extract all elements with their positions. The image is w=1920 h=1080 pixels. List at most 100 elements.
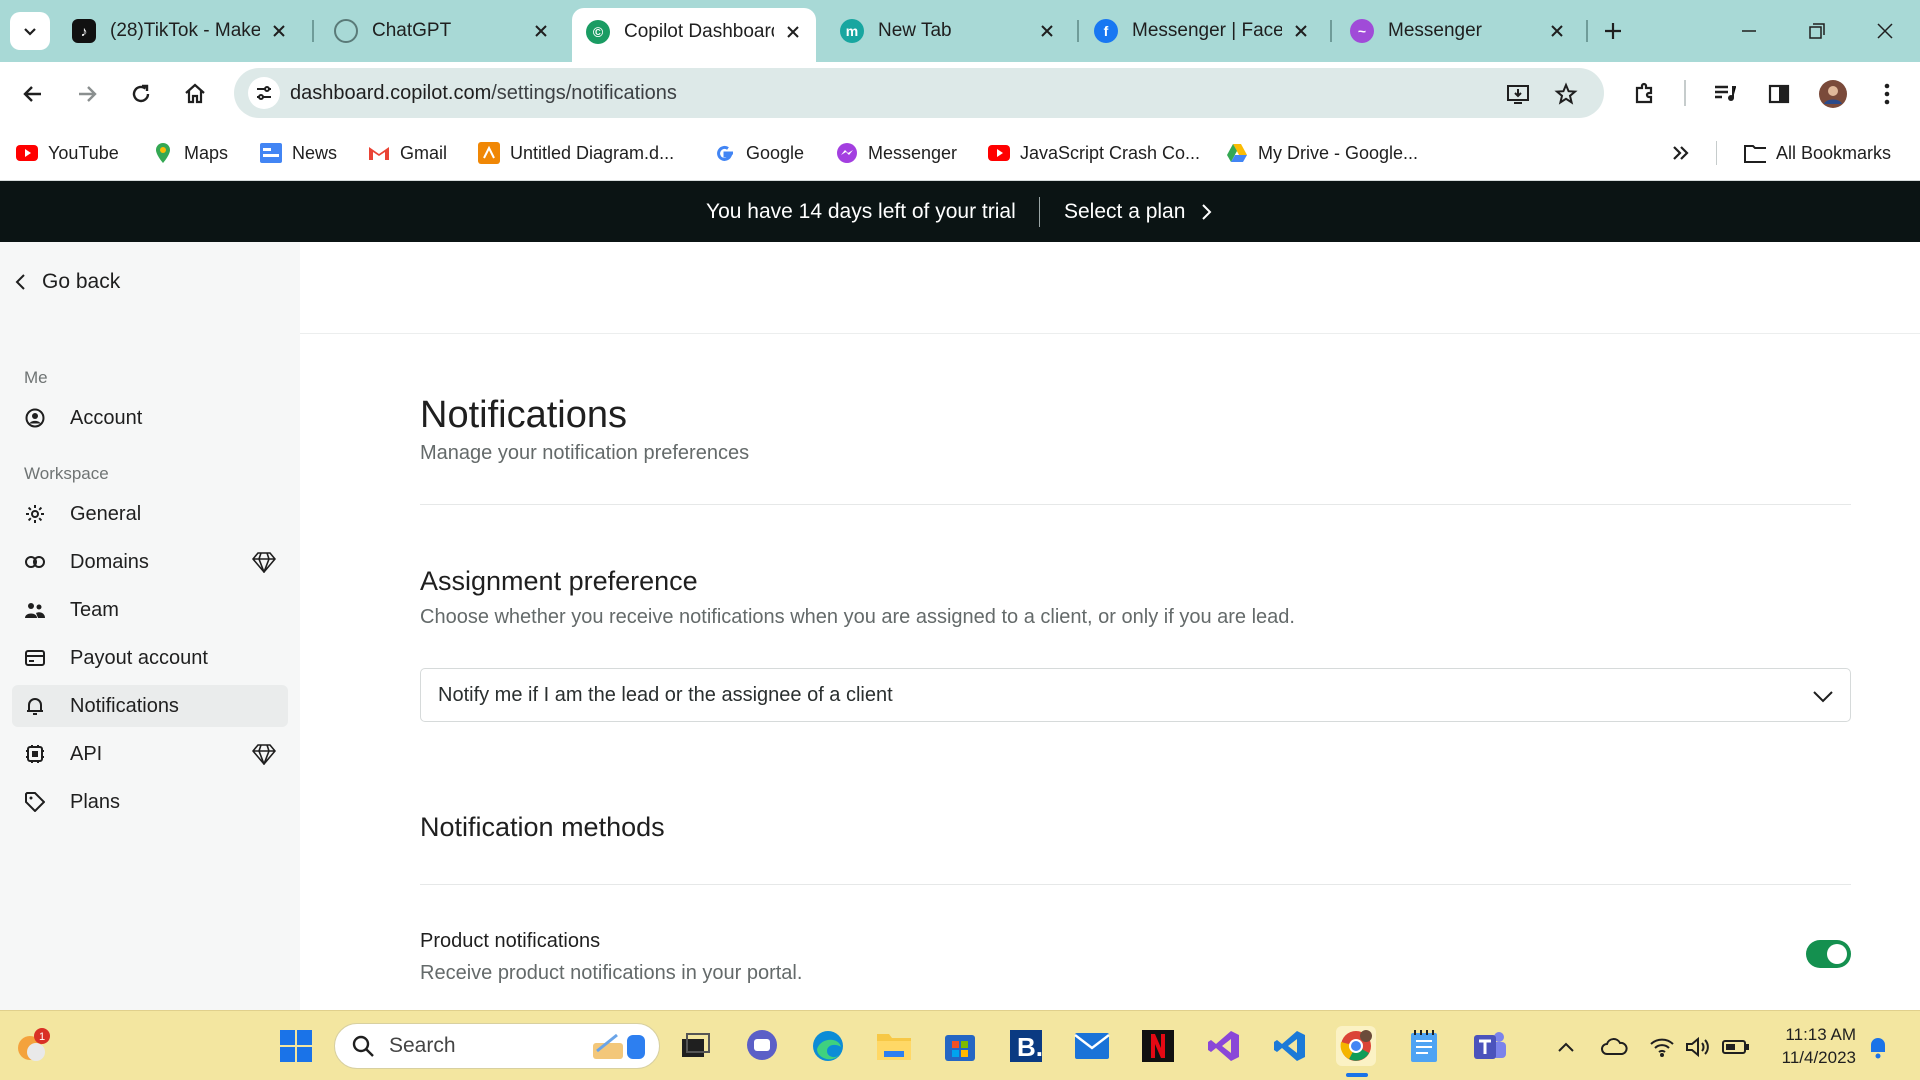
bookmark-messenger[interactable]: Messenger (836, 138, 957, 168)
notifications-center-button[interactable] (1864, 1033, 1892, 1061)
bookmark-news[interactable]: News (260, 138, 337, 168)
windows-logo-icon (280, 1030, 312, 1062)
bookmark-gmail[interactable]: Gmail (368, 138, 447, 168)
weather-widget[interactable]: 1 (12, 1026, 52, 1066)
tab-messenger-facebook[interactable]: f Messenger | Faceb (1080, 10, 1324, 52)
install-app-icon[interactable] (1504, 80, 1532, 108)
close-tab-icon[interactable] (1546, 20, 1568, 42)
bookmark-star-icon[interactable] (1552, 80, 1580, 108)
bookmark-maps[interactable]: Maps (152, 138, 228, 168)
show-hidden-icons-button[interactable] (1552, 1033, 1580, 1061)
taskbar-search[interactable]: Search (334, 1023, 660, 1069)
profile-avatar[interactable] (1816, 77, 1850, 111)
playlist-icon (1715, 85, 1736, 101)
tab-search-button[interactable] (10, 12, 50, 50)
tab-copilot-dashboard[interactable]: © Copilot Dashboard (572, 8, 816, 62)
gmail-icon (368, 142, 390, 164)
sidebar-item-plans[interactable]: Plans (12, 781, 288, 823)
chevron-up-icon (1558, 1042, 1574, 1052)
booking-app-button[interactable]: B. (1006, 1026, 1046, 1066)
double-chevron-right-icon (1673, 146, 1689, 160)
sidebar-item-general[interactable]: General (12, 493, 288, 535)
side-panel-button[interactable] (1762, 77, 1796, 111)
extensions-button[interactable] (1628, 77, 1662, 111)
product-notifications-description: Receive product notifications in your po… (420, 962, 803, 984)
reload-button[interactable] (124, 77, 158, 111)
go-back-link[interactable]: Go back (14, 270, 120, 294)
youtube-icon (16, 142, 38, 164)
sidebar-item-notifications[interactable]: Notifications (12, 685, 288, 727)
browser-menu-button[interactable] (1870, 77, 1904, 111)
sidebar-item-account[interactable]: Account (12, 397, 288, 439)
chrome-button[interactable] (1336, 1026, 1376, 1066)
home-button[interactable] (178, 77, 212, 111)
tab-messenger[interactable]: ~ Messenger (1336, 10, 1580, 52)
bookmark-javascript-crash-course[interactable]: JavaScript Crash Co... (988, 138, 1200, 168)
bookmark-youtube[interactable]: YouTube (16, 138, 119, 168)
sidebar-item-api[interactable]: API (12, 733, 288, 775)
tab-chatgpt[interactable]: ChatGPT (320, 10, 564, 52)
close-tab-icon[interactable] (1036, 20, 1058, 42)
select-plan-label: Select a plan (1064, 200, 1186, 223)
volume-icon (1686, 1036, 1709, 1058)
forward-button[interactable] (70, 77, 104, 111)
bell-icon (24, 695, 46, 717)
restore-button[interactable] (1802, 16, 1832, 46)
bookmark-my-drive[interactable]: My Drive - Google... (1226, 138, 1418, 168)
drive-icon (1226, 142, 1248, 164)
edge-button[interactable] (808, 1026, 848, 1066)
volume-tray-icon[interactable] (1684, 1033, 1712, 1061)
product-notifications-toggle[interactable] (1806, 940, 1851, 968)
wifi-tray-icon[interactable] (1648, 1033, 1676, 1061)
task-view-icon (682, 1033, 710, 1057)
select-plan-link[interactable]: Select a plan (1064, 200, 1213, 224)
file-explorer-button[interactable] (874, 1026, 914, 1066)
start-button[interactable] (276, 1026, 316, 1066)
bookmark-untitled-diagram[interactable]: Untitled Diagram.d... (478, 138, 674, 168)
url-host: dashboard.copilot.com (290, 82, 492, 104)
close-tab-icon[interactable] (1290, 20, 1312, 42)
tiktok-icon: ♪ (72, 19, 96, 43)
close-window-button[interactable] (1870, 16, 1900, 46)
restore-icon (1809, 23, 1825, 39)
onedrive-tray-icon[interactable] (1600, 1033, 1628, 1061)
folder-icon (877, 1034, 911, 1060)
link-icon (24, 551, 46, 573)
close-tab-icon[interactable] (782, 21, 804, 43)
close-tab-icon[interactable] (268, 20, 290, 42)
mail-button[interactable] (1072, 1026, 1112, 1066)
close-tab-icon[interactable] (530, 20, 552, 42)
task-view-button[interactable] (676, 1026, 716, 1066)
microsoft-store-button[interactable] (940, 1026, 980, 1066)
minimize-button[interactable] (1734, 16, 1764, 46)
system-clock[interactable]: 11:13 AM 11/4/2023 (1770, 1023, 1856, 1069)
notifications-settings-page: Notifications Manage your notification p… (300, 242, 1920, 1010)
youtube-icon (988, 142, 1010, 164)
more-bookmarks-button[interactable] (1672, 138, 1690, 168)
sidebar-item-team[interactable]: Team (12, 589, 288, 631)
vscode-button[interactable] (1270, 1026, 1310, 1066)
chevron-right-icon (1202, 204, 1212, 220)
site-info-icon[interactable] (248, 77, 280, 109)
notepad-button[interactable] (1404, 1026, 1444, 1066)
tab-new-tab[interactable]: m New Tab (826, 10, 1070, 52)
new-tab-button[interactable] (1598, 16, 1628, 46)
visual-studio-button[interactable] (1204, 1026, 1244, 1066)
tab-tiktok[interactable]: ♪ (28)TikTok - Make (58, 10, 302, 52)
sidebar-item-payout-account[interactable]: Payout account (12, 637, 288, 679)
section-workspace-label: Workspace (24, 464, 109, 483)
address-bar[interactable]: dashboard.copilot.com/settings/notificat… (234, 68, 1604, 118)
teams-button[interactable] (1470, 1026, 1510, 1066)
teams-chat-button[interactable] (742, 1026, 782, 1066)
media-control-button[interactable] (1708, 77, 1742, 111)
back-button[interactable] (16, 77, 50, 111)
sidebar-item-domains[interactable]: Domains (12, 541, 288, 583)
netflix-button[interactable] (1138, 1026, 1178, 1066)
assignment-preference-select[interactable]: Notify me if I am the lead or the assign… (420, 668, 1851, 722)
bookmark-google[interactable]: Google (714, 138, 804, 168)
all-bookmarks-button[interactable]: All Bookmarks (1744, 138, 1891, 168)
battery-tray-icon[interactable] (1722, 1033, 1750, 1061)
tab-strip: ♪ (28)TikTok - Make ChatGPT © Copilot Da… (0, 0, 1920, 62)
store-icon (945, 1035, 975, 1061)
team-icon (24, 599, 46, 621)
